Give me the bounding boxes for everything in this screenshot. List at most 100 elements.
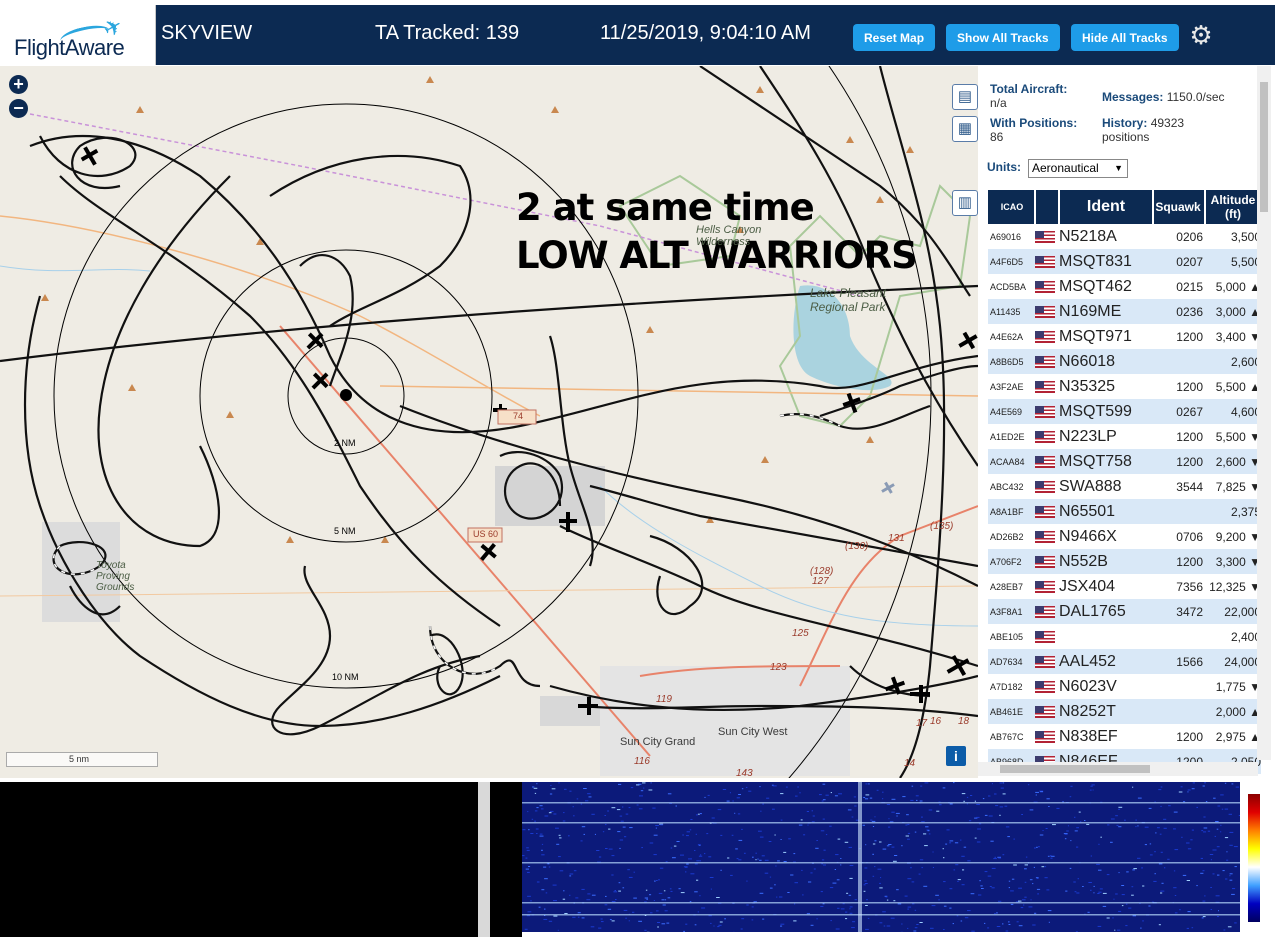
col-flag[interactable] [1035, 190, 1060, 224]
map-view[interactable]: + − ▤ ▦ ▥ 2 at same time LOW ALT WARRIOR… [0, 66, 978, 778]
cell-ident: AAL452 [1059, 649, 1153, 674]
app-title: SKYVIEW [161, 22, 253, 44]
columns-icon[interactable]: ▥ [952, 190, 978, 216]
table-row[interactable]: A4E569 MSQT599 0267 4,600 [988, 399, 1261, 424]
col-altitude[interactable]: Altitude (ft) [1205, 190, 1262, 224]
cell-icao: A4F6D5 [988, 249, 1035, 274]
cell-icao: A4E569 [988, 399, 1035, 424]
table-row[interactable]: ACAA84 MSQT758 1200 2,600 ▼ [988, 449, 1261, 474]
ring-label-10nm: 10 NM [332, 672, 359, 682]
zoom-in-button[interactable]: + [9, 75, 28, 94]
route-135-label: (135) [930, 521, 954, 532]
cell-icao: ABC432 [988, 474, 1035, 499]
cell-squawk: 1200 [1153, 424, 1205, 449]
cell-icao: A28EB7 [988, 574, 1035, 599]
col-squawk[interactable]: Squawk [1153, 190, 1206, 224]
spectrum-panel [0, 778, 1275, 937]
num-17: 17 [916, 718, 928, 729]
cell-ident: N35325 [1059, 374, 1153, 399]
num-125: 125 [792, 628, 809, 639]
scale-bar: 5 nm [6, 752, 158, 767]
cell-ident: N223LP [1059, 424, 1153, 449]
cell-icao: ACAA84 [988, 449, 1035, 474]
table-row[interactable]: A3F2AE N35325 1200 5,500 ▲ [988, 374, 1261, 399]
cell-altitude: 3,300 ▼ [1205, 549, 1261, 574]
gear-icon[interactable]: ⚙ [1188, 22, 1214, 48]
cell-flag [1035, 524, 1059, 549]
hide-all-tracks-button[interactable]: Hide All Tracks [1071, 24, 1179, 51]
cell-flag [1035, 349, 1059, 374]
cell-flag [1035, 724, 1059, 749]
spectrum-divider[interactable] [478, 782, 490, 937]
table-row[interactable]: AD7634 AAL452 1566 24,000 [988, 649, 1261, 674]
aircraft-table: ICAO Ident Squawk Altitude (ft) A69016 N5… [988, 190, 1262, 774]
table-row[interactable]: ABE105 2,400 [988, 624, 1261, 649]
cell-altitude: 5,500 ▲ [1205, 374, 1261, 399]
map-canvas [0, 66, 978, 778]
hscroll-thumb[interactable] [1000, 765, 1150, 773]
cell-squawk: 1200 [1153, 724, 1205, 749]
road-3 [0, 585, 978, 597]
cell-altitude: 2,375 [1205, 499, 1261, 524]
peaks [41, 76, 914, 543]
table-row[interactable]: A8B6D5 N66018 2,600 [988, 349, 1261, 374]
table-row[interactable]: A11435 N169ME 0236 3,000 ▲ [988, 299, 1261, 324]
cell-squawk: 0206 [1153, 224, 1205, 249]
num-123: 123 [770, 662, 787, 673]
messages-stat: Messages: 1150.0/sec [1102, 90, 1225, 104]
sun-city-grand-label: Sun City Grand [620, 736, 696, 748]
table-row[interactable]: ABC432 SWA888 3544 7,825 ▼ [988, 474, 1261, 499]
table-row[interactable]: AD26B2 N9466X 0706 9,200 ▼ [988, 524, 1261, 549]
cell-squawk [1153, 349, 1205, 374]
cell-squawk: 0207 [1153, 249, 1205, 274]
history-stat: History: 49323 positions [1102, 116, 1185, 144]
info-icon[interactable]: i [946, 746, 966, 766]
us-flag-icon [1035, 680, 1055, 693]
us-flag-icon [1035, 530, 1055, 543]
vertical-scrollbar[interactable] [1257, 66, 1271, 760]
flightaware-logo[interactable]: ✈ FlightAware [0, 5, 156, 65]
units-select[interactable]: Aeronautical ▼ [1028, 159, 1128, 178]
toyota-label: Toyota Proving Grounds [96, 560, 135, 593]
ring-label-2nm: 2 NM [334, 438, 356, 448]
cell-altitude: 2,600 [1205, 349, 1261, 374]
zoom-out-button[interactable]: − [9, 99, 28, 118]
num-116: 116 [634, 756, 650, 767]
cell-flag [1035, 324, 1059, 349]
vscroll-thumb[interactable] [1260, 82, 1268, 212]
table-row[interactable]: A706F2 N552B 1200 3,300 ▼ [988, 549, 1261, 574]
num-143: 143 [736, 768, 753, 778]
table-row[interactable]: A4E62A MSQT971 1200 3,400 ▼ [988, 324, 1261, 349]
cell-icao: A8A1BF [988, 499, 1035, 524]
ring-label-5nm: 5 NM [334, 526, 356, 536]
cell-ident: N552B [1059, 549, 1153, 574]
cell-flag [1035, 249, 1059, 274]
horizontal-scrollbar[interactable] [978, 762, 1258, 776]
table-row[interactable]: A4F6D5 MSQT831 0207 5,500 [988, 249, 1261, 274]
table-row[interactable]: A7D182 N6023V 1,775 ▼ [988, 674, 1261, 699]
us-flag-icon [1035, 480, 1055, 493]
table-header: ICAO Ident Squawk Altitude (ft) [988, 190, 1262, 224]
total-aircraft: Total Aircraft: n/a [990, 82, 1068, 110]
show-all-tracks-button[interactable]: Show All Tracks [946, 24, 1060, 51]
table-row[interactable]: A3F8A1 DAL1765 3472 22,000 [988, 599, 1261, 624]
table-row[interactable]: ACD5BA MSQT462 0215 5,000 ▲ [988, 274, 1261, 299]
table-row[interactable]: A69016 N5218A 0206 3,500 [988, 224, 1261, 249]
scale-label: 5 nm [69, 754, 90, 764]
cell-icao: A7D182 [988, 674, 1035, 699]
datetime: 11/25/2019, 9:04:10 AM [600, 22, 811, 44]
col-icao[interactable]: ICAO [988, 190, 1036, 224]
map-icon[interactable]: ▤ [952, 84, 978, 110]
cell-altitude: 7,825 ▼ [1205, 474, 1261, 499]
cell-altitude: 3,000 ▲ [1205, 299, 1261, 324]
cell-icao: ACD5BA [988, 274, 1035, 299]
col-ident[interactable]: Ident [1059, 190, 1154, 224]
reset-map-button[interactable]: Reset Map [853, 24, 936, 51]
grid-icon[interactable]: ▦ [952, 116, 978, 142]
cell-altitude: 2,975 ▲ [1205, 724, 1261, 749]
table-row[interactable]: A28EB7 JSX404 7356 12,325 ▼ [988, 574, 1261, 599]
table-row[interactable]: A8A1BF N65501 2,375 [988, 499, 1261, 524]
table-row[interactable]: AB461E N8252T 2,000 ▲ [988, 699, 1261, 724]
table-row[interactable]: A1ED2E N223LP 1200 5,500 ▼ [988, 424, 1261, 449]
table-row[interactable]: AB767C N838EF 1200 2,975 ▲ [988, 724, 1261, 749]
